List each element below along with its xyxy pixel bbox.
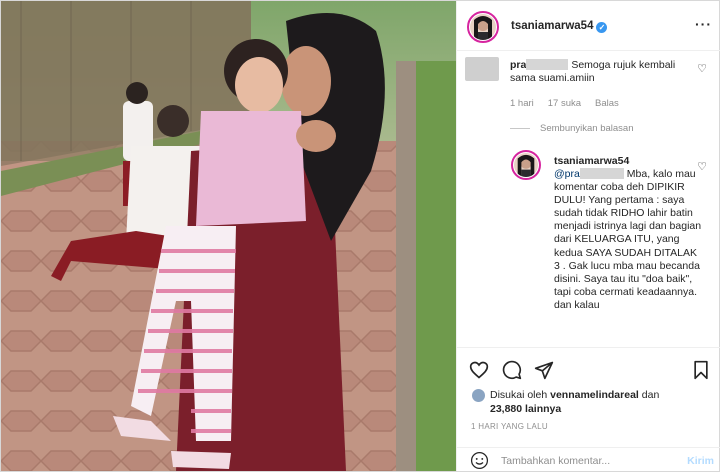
comment-likes[interactable]: 17 suka	[548, 98, 581, 109]
divider-line	[510, 127, 530, 129]
hide-replies-button[interactable]: Sembunyikan balasan	[510, 123, 633, 134]
post-header: tsaniamarwa54 ✓ ···	[457, 1, 720, 51]
reply-like-heart-icon[interactable]: ♡	[697, 160, 707, 173]
commenter-avatar[interactable]	[465, 57, 499, 81]
comment-input[interactable]	[501, 453, 681, 469]
add-comment-bar: Kirim	[457, 447, 720, 472]
like-heart-icon[interactable]	[469, 360, 489, 380]
reply-button[interactable]: Balas	[595, 98, 619, 109]
redacted-username	[526, 59, 569, 70]
comment-bubble-icon[interactable]	[502, 360, 522, 380]
post-timestamp[interactable]: 1 HARI YANG LALU	[471, 422, 548, 431]
reply-mention[interactable]: @pra	[554, 168, 580, 180]
comment-like-heart-icon[interactable]: ♡	[697, 62, 707, 75]
post-photo[interactable]	[1, 1, 456, 471]
redacted-mention	[579, 168, 624, 179]
verified-badge-icon: ✓	[596, 22, 608, 33]
ellipsis-icon[interactable]: ···	[695, 16, 712, 32]
emoji-smile-icon[interactable]	[470, 451, 489, 470]
likes-count[interactable]: 23,880 lainnya	[490, 403, 561, 415]
commenter-username[interactable]: pra	[510, 59, 526, 71]
comment-time[interactable]: 1 hari	[510, 98, 534, 109]
author-avatar[interactable]	[470, 14, 496, 40]
photo-illustration	[1, 1, 456, 471]
liker-avatar[interactable]	[471, 388, 486, 403]
reply-author-avatar[interactable]	[514, 153, 538, 177]
comments-section: pra Semoga rujuk kembali sama suami.amiin…	[457, 52, 720, 347]
author-username[interactable]: tsaniamarwa54 ✓	[511, 20, 608, 33]
post-actions: Disukai oleh vennamelindareal dan 23,880…	[457, 347, 720, 471]
bookmark-icon[interactable]	[691, 360, 711, 380]
liker-username[interactable]: vennamelindareal	[550, 389, 639, 401]
comment-text: pra Semoga rujuk kembali sama suami.amiin	[510, 59, 676, 84]
post-sidebar: tsaniamarwa54 ✓ ··· pra Semoga rujuk kemba…	[456, 1, 720, 471]
reply-text: @pra Mba, kalo mau komentar coba deh DIP…	[554, 168, 702, 311]
comment-meta: 1 hari 17 suka Balas	[510, 98, 633, 109]
liked-by-text: Disukai oleh vennamelindareal dan 23,880…	[490, 389, 660, 415]
reply-author-username[interactable]: tsaniamarwa54	[554, 155, 629, 167]
share-paper-plane-icon[interactable]	[534, 360, 554, 380]
post-comment-button[interactable]: Kirim	[687, 455, 714, 467]
